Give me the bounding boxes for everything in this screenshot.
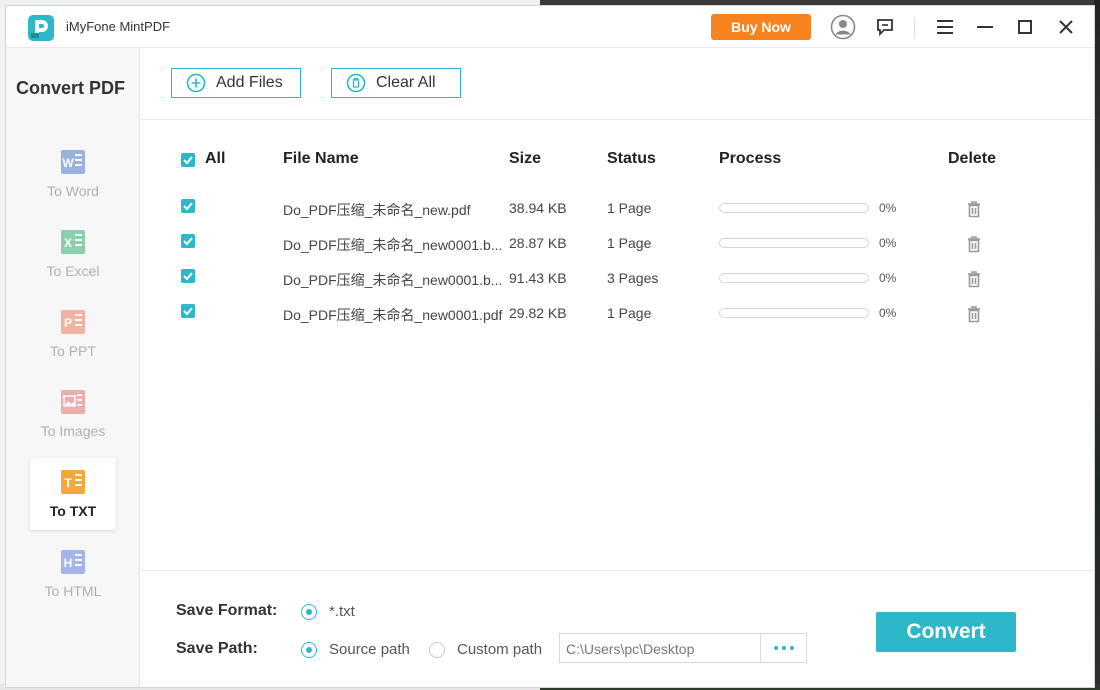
row-file-name: Do_PDF压缩_未命名_new0001.b...: [283, 272, 503, 288]
table-row[interactable]: Do_PDF压缩_未命名_new0001.b... 28.87 KB 1 Pag…: [141, 234, 1094, 254]
row-size: 91.43 KB: [509, 270, 567, 286]
ppt-file-icon: P: [61, 310, 85, 334]
save-format-label: Save Format:: [176, 602, 278, 619]
clear-all-label: Clear All: [376, 74, 436, 91]
sidebar-item-to-word[interactable]: W To Word: [30, 138, 116, 210]
close-icon[interactable]: [1053, 14, 1079, 40]
word-file-icon: W: [61, 150, 85, 174]
save-path-label: Save Path:: [176, 640, 258, 657]
row-status: 1 Page: [607, 305, 652, 321]
row-progress-bar: [719, 238, 869, 248]
svg-text:P: P: [64, 316, 72, 330]
sidebar-item-label: To Word: [47, 183, 99, 199]
add-files-button[interactable]: Add Files: [171, 68, 301, 98]
sidebar-item-label: To Excel: [46, 263, 100, 279]
format-txt-label: *.txt: [329, 603, 355, 620]
sidebar-item-label: To HTML: [44, 583, 102, 599]
app-logo-icon: [28, 15, 54, 41]
sidebar-item-to-html[interactable]: H To HTML: [30, 538, 116, 610]
output-settings-panel: Save Format: *.txt Save Path: Source pat…: [141, 570, 1094, 687]
more-dot-icon: [773, 646, 778, 650]
sidebar-item-to-txt[interactable]: T To TXT: [30, 458, 116, 530]
source-path-radio[interactable]: [301, 642, 317, 658]
delete-trash-icon[interactable]: [965, 305, 983, 323]
row-status: 3 Pages: [607, 270, 659, 286]
row-size: 29.82 KB: [509, 305, 567, 321]
table-row[interactable]: Do_PDF压缩_未命名_new0001.b... 91.43 KB 3 Pag…: [141, 269, 1094, 289]
format-txt-radio[interactable]: [301, 604, 317, 620]
toolbar: Add Files Clear All: [141, 48, 1094, 120]
title-separator: [914, 18, 915, 38]
svg-text:T: T: [64, 476, 72, 490]
sidebar-item-label: To PPT: [50, 343, 96, 359]
row-status: 1 Page: [607, 235, 652, 251]
custom-path-label: Custom path: [457, 641, 543, 658]
sidebar-item-label: To Images: [40, 423, 106, 439]
row-size: 28.87 KB: [509, 235, 567, 251]
custom-path-radio[interactable]: [429, 642, 445, 658]
delete-trash-icon[interactable]: [965, 270, 983, 288]
row-progress-percent: 0%: [879, 201, 897, 215]
header-status: Status: [607, 150, 656, 167]
source-path-label: Source path: [329, 641, 410, 658]
html-file-icon: H: [61, 550, 85, 574]
row-checkbox[interactable]: [181, 269, 195, 283]
header-file-name: File Name: [283, 150, 359, 167]
header-all: All: [205, 150, 226, 167]
row-progress-bar: [719, 273, 869, 283]
row-progress-percent: 0%: [879, 271, 897, 285]
select-all-checkbox[interactable]: [181, 153, 195, 167]
row-file-name: Do_PDF压缩_未命名_new0001.pdf: [283, 307, 503, 323]
header-process: Process: [719, 150, 782, 167]
row-checkbox[interactable]: [181, 234, 195, 248]
account-icon[interactable]: [830, 14, 856, 40]
row-size: 38.94 KB: [509, 200, 567, 216]
add-files-label: Add Files: [216, 74, 283, 91]
convert-button[interactable]: Convert: [876, 612, 1016, 652]
browse-path-button[interactable]: [760, 633, 807, 663]
add-circle-icon: [186, 73, 206, 93]
menu-icon[interactable]: [932, 14, 958, 40]
row-checkbox[interactable]: [181, 199, 195, 213]
row-progress-bar: [719, 308, 869, 318]
image-file-icon: [61, 390, 85, 414]
svg-text:X: X: [64, 236, 72, 250]
clear-all-button[interactable]: Clear All: [331, 68, 461, 98]
header-size: Size: [509, 150, 542, 167]
sidebar-title: Convert PDF: [16, 78, 126, 98]
header-delete: Delete: [948, 150, 997, 167]
sidebar-item-to-images[interactable]: To Images: [30, 378, 116, 450]
minimize-icon[interactable]: [972, 14, 998, 40]
row-progress-percent: 0%: [879, 306, 897, 320]
svg-text:W: W: [62, 156, 74, 170]
feedback-icon[interactable]: [872, 14, 898, 40]
title-bar: iMyFone MintPDF Buy Now: [6, 6, 1094, 48]
more-dot-icon: [789, 646, 794, 650]
row-progress-percent: 0%: [879, 236, 897, 250]
table-header: All File Name Size Status Process Delete: [141, 150, 1094, 170]
sidebar-item-to-ppt[interactable]: P To PPT: [30, 298, 116, 370]
buy-now-button[interactable]: Buy Now: [711, 14, 811, 40]
delete-trash-icon[interactable]: [965, 200, 983, 218]
svg-text:H: H: [64, 556, 73, 570]
table-row[interactable]: Do_PDF压缩_未命名_new.pdf 38.94 KB 1 Page 0%: [141, 199, 1094, 219]
row-progress-bar: [719, 203, 869, 213]
sidebar-item-to-excel[interactable]: X To Excel: [30, 218, 116, 290]
sidebar-item-label: To TXT: [49, 503, 97, 519]
sidebar: Convert PDF W To Word X To Excel P To PP…: [6, 48, 140, 687]
row-status: 1 Page: [607, 200, 652, 216]
table-row[interactable]: Do_PDF压缩_未命名_new0001.pdf 29.82 KB 1 Page…: [141, 304, 1094, 324]
app-window: iMyFone MintPDF Buy Now Convert PDF W To…: [5, 5, 1095, 688]
delete-trash-icon[interactable]: [965, 235, 983, 253]
app-title: iMyFone MintPDF: [66, 19, 171, 34]
excel-file-icon: X: [61, 230, 85, 254]
more-dot-icon: [781, 646, 786, 650]
maximize-icon[interactable]: [1012, 14, 1038, 40]
row-file-name: Do_PDF压缩_未命名_new0001.b...: [283, 237, 503, 253]
trash-circle-icon: [346, 73, 366, 93]
row-checkbox[interactable]: [181, 304, 195, 318]
txt-file-icon: T: [61, 470, 85, 494]
row-file-name: Do_PDF压缩_未命名_new.pdf: [283, 202, 471, 218]
